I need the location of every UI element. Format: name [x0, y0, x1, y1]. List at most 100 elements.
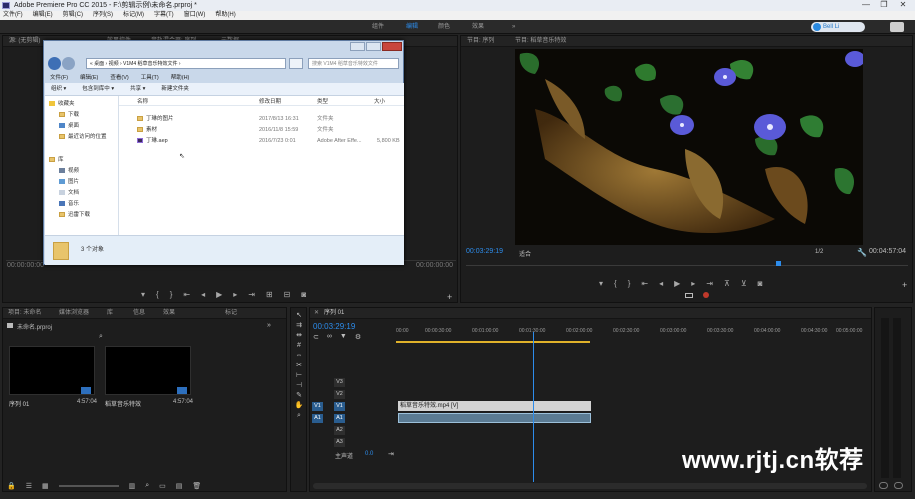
- back-arrow-icon[interactable]: [48, 57, 61, 70]
- go-to-out-icon[interactable]: ⇥: [248, 290, 255, 299]
- zoom-tool-icon[interactable]: ⌕: [294, 412, 304, 420]
- project-item-name[interactable]: 稻草音乐特效: [105, 399, 141, 408]
- zoom-fit-select[interactable]: 适合: [519, 249, 531, 258]
- export-frame-icon[interactable]: ◙: [301, 290, 306, 299]
- go-to-out-icon[interactable]: ⇥: [706, 279, 713, 288]
- column-size[interactable]: 大小: [374, 97, 385, 105]
- step-forward-icon[interactable]: ▸: [233, 290, 237, 299]
- explorer-maximize-icon[interactable]: [366, 42, 381, 51]
- favorites-header[interactable]: 收藏夹: [49, 100, 75, 109]
- column-date[interactable]: 修改日期: [259, 97, 281, 105]
- record-icon[interactable]: [703, 292, 709, 298]
- tab-program-clip[interactable]: 节目: 稻草音乐特效: [515, 36, 566, 47]
- insert-icon[interactable]: ⊞: [266, 290, 273, 299]
- tree-item-desktop[interactable]: 桌面: [59, 122, 79, 131]
- mark-out-icon[interactable]: }: [170, 290, 173, 299]
- tab-info[interactable]: 信息: [133, 308, 145, 319]
- menu-window[interactable]: 窗口(W): [184, 11, 206, 20]
- go-to-in-icon[interactable]: ⇤: [641, 279, 648, 288]
- add-button-icon[interactable]: +: [902, 280, 907, 290]
- explorer-search-input[interactable]: 搜索 V1M4 稻草音乐特效文件: [308, 58, 399, 69]
- automate-icon[interactable]: ▥: [129, 482, 136, 490]
- find-icon[interactable]: ⌕: [145, 482, 149, 490]
- export-frame-icon[interactable]: ◙: [758, 279, 763, 288]
- track-label[interactable]: V1: [334, 402, 345, 411]
- maximize-button[interactable]: ❐: [875, 0, 893, 11]
- track-label[interactable]: A3: [334, 438, 345, 447]
- step-forward-icon[interactable]: ▸: [691, 279, 695, 288]
- tree-item-recent[interactable]: 最近访问的位置: [59, 133, 107, 142]
- workspace-effects[interactable]: 效果: [472, 22, 484, 32]
- step-back-icon[interactable]: ◂: [659, 279, 663, 288]
- menu-marker[interactable]: 标记(M): [123, 11, 144, 20]
- workspace-more[interactable]: »: [512, 22, 515, 32]
- explorer-menu-file[interactable]: 文件(F): [50, 73, 68, 81]
- audio-clip[interactable]: [398, 413, 591, 423]
- slide-tool-icon[interactable]: ⊣: [294, 382, 304, 390]
- share-button[interactable]: 共享 ▾: [130, 83, 145, 95]
- step-back-icon[interactable]: ◂: [201, 290, 205, 299]
- source-patch-v1[interactable]: V1: [312, 402, 323, 411]
- mark-out-icon[interactable]: }: [628, 279, 631, 288]
- search-icon[interactable]: ⌕: [99, 333, 103, 341]
- go-to-in-icon[interactable]: ⇤: [183, 290, 190, 299]
- explorer-menu-help[interactable]: 帮助(H): [171, 73, 190, 81]
- list-view-icon[interactable]: ☰: [26, 482, 32, 490]
- project-item-thumbnail[interactable]: [105, 346, 191, 395]
- wrench-icon[interactable]: 🔧: [857, 248, 867, 257]
- tree-item-pictures[interactable]: 图片: [59, 178, 79, 187]
- workspace-assembly[interactable]: 组件: [372, 22, 384, 32]
- rate-stretch-tool-icon[interactable]: ⇔: [294, 352, 304, 360]
- track-select-tool-icon[interactable]: ⇉: [294, 322, 304, 330]
- overwrite-icon[interactable]: ⊟: [284, 290, 291, 299]
- marker-icon[interactable]: ▾: [599, 279, 603, 288]
- track-label[interactable]: A1: [334, 414, 345, 423]
- solo-right-icon[interactable]: [894, 482, 903, 489]
- explorer-minimize-icon[interactable]: [350, 42, 365, 51]
- tab-source[interactable]: 源: (无剪辑): [9, 36, 40, 47]
- icon-view-icon[interactable]: ▦: [42, 482, 49, 490]
- razor-tool-icon[interactable]: ✂: [294, 362, 304, 370]
- solo-left-icon[interactable]: [879, 482, 888, 489]
- column-name[interactable]: 名称: [137, 97, 148, 105]
- minimize-button[interactable]: —: [857, 0, 875, 11]
- workspace-color[interactable]: 颜色: [438, 22, 450, 32]
- workspace-editing[interactable]: 编辑: [406, 22, 418, 32]
- menu-sequence[interactable]: 序列(S): [93, 11, 113, 20]
- marker-icon[interactable]: ▾: [141, 290, 145, 299]
- program-playhead[interactable]: [776, 261, 782, 266]
- tree-item-videos[interactable]: 视频: [59, 167, 79, 176]
- linked-selection-icon[interactable]: ∞: [327, 333, 332, 341]
- tree-item-documents[interactable]: 文档: [59, 189, 79, 198]
- play-icon[interactable]: ▶: [674, 279, 680, 288]
- new-bin-icon[interactable]: ▭: [159, 482, 166, 490]
- address-bar[interactable]: « 桌面 › 视频 › V1M4 稻草音乐特效文件 ›: [86, 58, 286, 69]
- work-area-bar[interactable]: [396, 341, 590, 343]
- menu-help[interactable]: 帮助(H): [215, 11, 235, 20]
- menu-clip[interactable]: 剪辑(C): [63, 11, 83, 20]
- playback-resolution-select[interactable]: 1/2: [815, 249, 823, 255]
- lock-icon[interactable]: 🔒: [7, 482, 16, 490]
- tab-markers[interactable]: 标记: [225, 308, 237, 319]
- tab-project[interactable]: 项目: 未命名: [8, 308, 41, 319]
- organize-button[interactable]: 组织 ▾: [51, 83, 66, 95]
- video-clip[interactable]: 稻草音乐特效.mp4 [V]: [398, 401, 591, 411]
- add-button-icon[interactable]: +: [447, 292, 452, 302]
- safe-margins-icon[interactable]: [685, 293, 693, 298]
- tab-media-browser[interactable]: 媒体浏览器: [59, 308, 89, 319]
- mark-in-icon[interactable]: {: [156, 290, 159, 299]
- explorer-menu-tools[interactable]: 工具(T): [141, 73, 159, 81]
- play-icon[interactable]: ▶: [216, 290, 222, 299]
- tab-libraries[interactable]: 库: [107, 308, 113, 319]
- track-label[interactable]: A2: [334, 426, 345, 435]
- ripple-edit-tool-icon[interactable]: ⇹: [294, 332, 304, 340]
- tab-program-sequence[interactable]: 节目: 序列: [467, 36, 494, 47]
- master-volume-value[interactable]: 0.0: [365, 451, 373, 457]
- hand-tool-icon[interactable]: ✋: [294, 402, 304, 410]
- explorer-menu-view[interactable]: 查看(V): [110, 73, 128, 81]
- new-folder-button[interactable]: 新建文件夹: [161, 83, 189, 95]
- restore-icon[interactable]: [890, 22, 904, 32]
- menu-title[interactable]: 字幕(T): [154, 11, 174, 20]
- forward-arrow-icon[interactable]: [62, 57, 75, 70]
- tree-item-music[interactable]: 音乐: [59, 200, 79, 209]
